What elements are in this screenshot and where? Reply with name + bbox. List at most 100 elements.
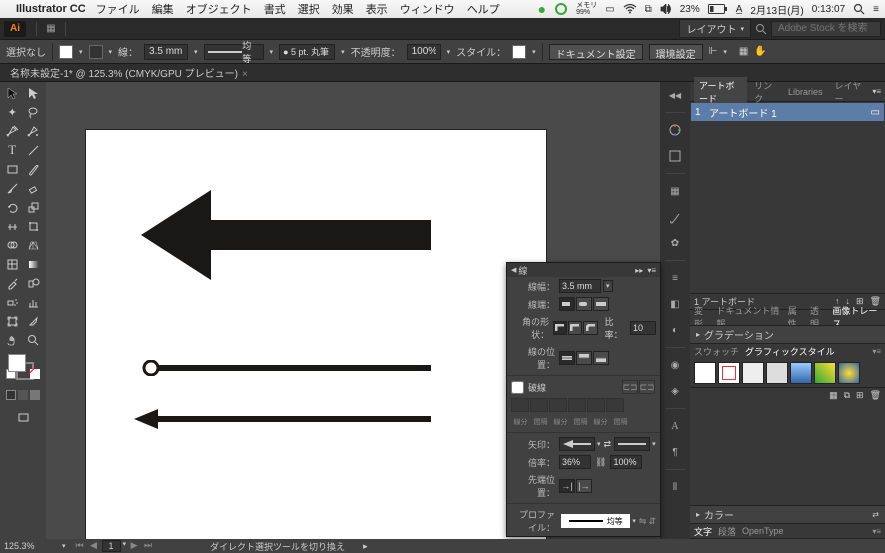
first-artboard-icon[interactable]: ⏮ [74,540,86,552]
tab-artboards[interactable]: アートボード [694,77,747,107]
time[interactable]: 0:13:07 [812,4,845,15]
arrange-windows-icon[interactable]: ▦ [739,46,748,57]
gap-2[interactable] [568,398,586,412]
flip-x-icon[interactable]: ⇋ [639,516,647,527]
document-setup-button[interactable]: ドキュメント設定 [549,44,643,60]
menu-select[interactable]: 選択 [298,1,320,17]
panel-menu-icon[interactable]: ▾≡ [872,87,881,96]
arrow-scale-end[interactable] [610,455,642,469]
link-scales-icon[interactable]: ⛓ [595,457,606,468]
collapse-icon[interactable]: ▸▸ [635,266,643,275]
style-swatch-2[interactable] [718,362,740,384]
tab-graphic-styles[interactable]: グラフィックスタイル [745,345,835,358]
scale-tool[interactable] [24,198,45,216]
date[interactable]: 2月13日(月) [750,2,803,17]
expand-dock-icon[interactable]: ◀◀ [666,86,684,104]
prev-artboard-icon[interactable]: ◀ [88,540,100,552]
type-tool[interactable]: T [2,141,23,159]
panel-menu-icon-2[interactable]: ▾≡ [872,347,881,356]
menu-help[interactable]: ヘルプ [467,1,500,17]
graph-tool[interactable] [24,293,45,311]
shaper-tool[interactable] [2,179,23,197]
gap-3[interactable] [606,398,624,412]
brush-select[interactable]: ● 5 pt. 丸筆 [279,44,335,60]
zoom-tool[interactable] [24,331,45,349]
graphic-style-swatch[interactable] [512,45,526,59]
volume-icon[interactable] [660,4,672,15]
panel-menu-icon-3[interactable]: ▾≡ [872,527,881,536]
tab-swatches[interactable]: スウォッチ [694,345,739,358]
line-tool[interactable] [24,141,45,159]
input-source-icon[interactable]: A̲ [736,4,743,15]
next-artboard-icon[interactable]: ▶ [128,540,140,552]
app-name[interactable]: Illustrator CC [16,3,86,15]
opacity-input[interactable] [407,44,441,60]
artboard-tool[interactable] [2,312,23,330]
style-swatch-6[interactable] [814,362,836,384]
tab-links[interactable]: リンク [749,77,781,107]
dash-2[interactable] [549,398,567,412]
weight-dropdown-icon[interactable]: ▾ [603,280,613,292]
dash-align-icon-1[interactable]: ⊏⊐ [622,380,638,394]
memory-gauge-icon[interactable] [554,2,568,16]
symbol-sprayer-tool[interactable] [2,293,23,311]
transparency-panel-icon[interactable]: ◐ [666,321,684,339]
corner-miter-icon[interactable] [553,321,567,335]
appearance-panel-icon[interactable]: ◉ [666,356,684,374]
screen-mode-icon[interactable] [2,409,44,425]
notifications-icon[interactable]: ≡ [873,4,879,15]
dash-1[interactable] [511,398,529,412]
draw-inside-icon[interactable] [30,390,40,400]
graphic-styles-panel-icon[interactable]: ◈ [666,382,684,400]
tab-opentype[interactable]: OpenType [742,526,784,536]
line-status-icon[interactable]: ● [538,1,546,17]
style-swatch-4[interactable] [766,362,788,384]
tab-character[interactable]: 文字 [694,525,712,538]
zoom-level[interactable]: 125.3% [4,541,54,551]
menu-effect[interactable]: 効果 [332,1,354,17]
cap-butt-icon[interactable] [559,297,575,311]
brushes-panel-icon[interactable] [666,208,684,226]
artboard-options-icon[interactable]: ▭ [871,107,880,118]
stroke-weight-input[interactable] [144,44,188,60]
swap-arrows-icon[interactable]: ⇄ [604,439,612,450]
adobe-stock-search[interactable] [771,21,881,37]
menu-view[interactable]: 表示 [366,1,388,17]
artboard-indicator[interactable]: 1 [102,540,121,552]
bluetooth-icon[interactable]: ⧉ [645,4,652,15]
hand-tool[interactable] [2,331,23,349]
corner-round-icon[interactable] [568,321,582,335]
rectangle-tool[interactable] [2,160,23,178]
wifi-icon[interactable] [623,4,637,15]
menu-object[interactable]: オブジェクト [186,1,252,17]
style-swatch-7[interactable] [838,362,860,384]
tab-paragraph[interactable]: 段落 [718,525,736,538]
flip-y-icon[interactable]: ⇵ [648,516,656,527]
draw-behind-icon[interactable] [18,390,28,400]
style-swatch-1[interactable] [694,362,716,384]
blend-tool[interactable] [24,274,45,292]
dash-3[interactable] [587,398,605,412]
new-style-icon[interactable]: ⊞ [856,390,864,401]
workspace-switcher[interactable]: レイアウト▾ [679,19,751,38]
display-icon[interactable]: ▭ [605,4,614,15]
stroke-profile-select[interactable]: 均等 [204,44,264,60]
corner-bevel-icon[interactable] [583,321,597,335]
style-swatch-5[interactable] [790,362,812,384]
tab-libraries[interactable]: Libraries [783,85,828,99]
style-swatch-3[interactable] [742,362,764,384]
bridge-icon[interactable]: ▦ [43,21,59,37]
gradient-panel-icon[interactable]: ◧ [666,295,684,313]
gap-1[interactable] [530,398,548,412]
hand-tool-icon[interactable]: ✋ [754,46,766,57]
paragraph-panel-icon[interactable]: ¶ [666,443,684,461]
menu-type[interactable]: 書式 [264,1,286,17]
cap-round-icon[interactable] [576,297,592,311]
menu-window[interactable]: ウィンドウ [400,1,455,17]
paintbrush-tool[interactable] [24,160,45,178]
direct-selection-tool[interactable] [24,84,45,102]
eraser-tool[interactable] [24,179,45,197]
menu-edit[interactable]: 編集 [152,1,174,17]
align-center-icon[interactable] [559,351,575,365]
spotlight-icon[interactable] [853,3,865,15]
